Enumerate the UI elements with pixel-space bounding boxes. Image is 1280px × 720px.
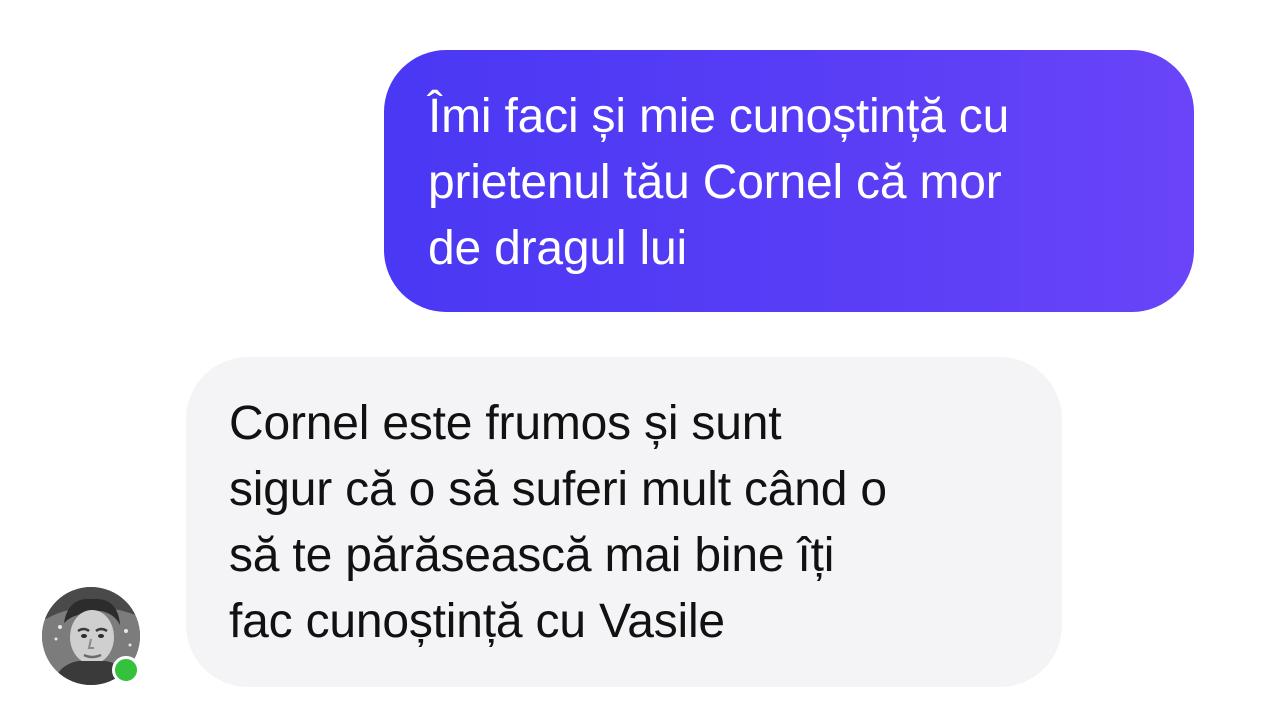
message-line: Îmi faci și mie cunoștință cu bbox=[428, 90, 1010, 143]
message-line: să te părăsească mai bine îți bbox=[229, 529, 835, 582]
incoming-message-bubble[interactable]: Cornel este frumos și sunt sigur că o să… bbox=[186, 357, 1062, 687]
message-line: de dragul lui bbox=[428, 222, 687, 275]
outgoing-message-bubble[interactable]: Îmi faci și mie cunoștință cu prietenul … bbox=[384, 50, 1194, 312]
message-line: fac cunoștință cu Vasile bbox=[229, 595, 725, 648]
conversation-view: Îmi faci și mie cunoștință cu prietenul … bbox=[0, 0, 1280, 720]
message-line: Cornel este frumos și sunt bbox=[229, 397, 782, 450]
online-status-dot-icon bbox=[112, 656, 140, 684]
message-line: sigur că o să suferi mult când o bbox=[229, 463, 887, 516]
message-line: prietenul tău Cornel că mor bbox=[428, 156, 1002, 209]
